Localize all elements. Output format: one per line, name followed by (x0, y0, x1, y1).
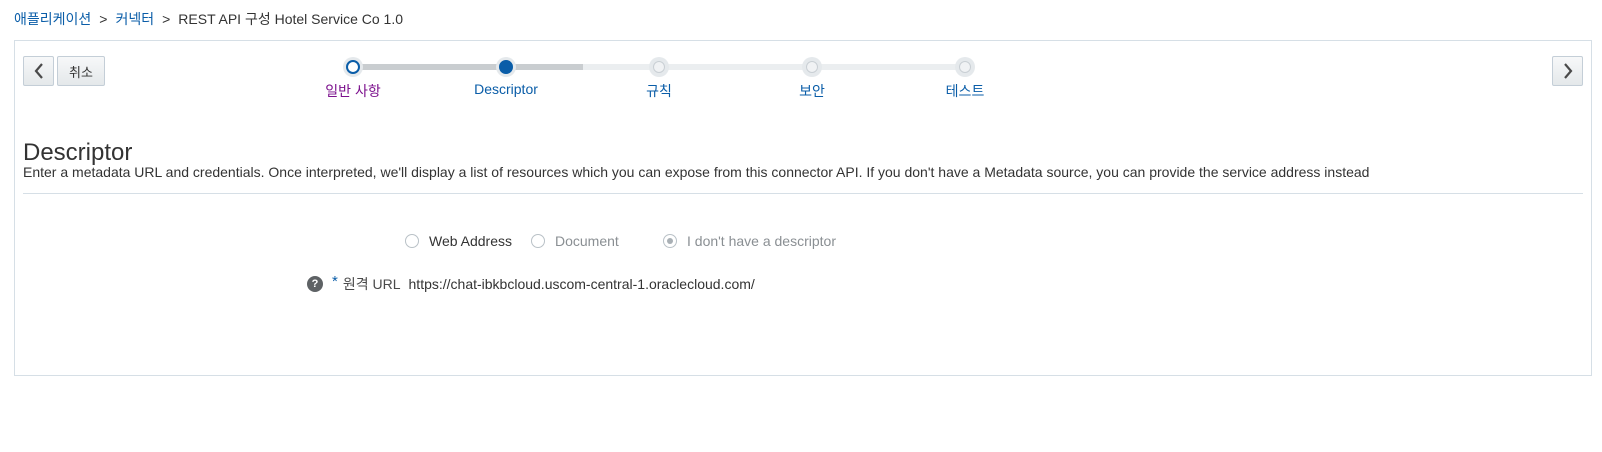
section-title: Descriptor (23, 139, 133, 167)
breadcrumb-current: REST API 구성 Hotel Service Co 1.0 (178, 11, 403, 27)
train-stop-rules[interactable] (649, 57, 669, 77)
radio-option-document[interactable]: Document (531, 233, 619, 249)
train-stop-general[interactable] (343, 57, 363, 77)
radio-option-no-descriptor[interactable]: I don't have a descriptor (663, 233, 836, 249)
remote-url-value: https://chat-ibkbcloud.uscom-central-1.o… (408, 276, 755, 292)
radio-label-document[interactable]: Document (555, 233, 619, 249)
train-label-test[interactable]: 테스트 (946, 81, 985, 101)
train-stop-security[interactable] (802, 57, 822, 77)
breadcrumb-link-applications[interactable]: 애플리케이션 (14, 11, 91, 27)
train-stop-test[interactable] (955, 57, 975, 77)
radio-button-web-address[interactable] (405, 234, 419, 248)
breadcrumb-separator: > (99, 11, 108, 27)
breadcrumb-link-connectors[interactable]: 커넥터 (115, 11, 154, 27)
section-description: Enter a metadata URL and credentials. On… (23, 164, 1370, 180)
help-icon[interactable]: ? (307, 276, 323, 292)
next-button[interactable] (1552, 56, 1583, 86)
train-label-security[interactable]: 보안 (799, 81, 825, 101)
required-indicator: * (332, 272, 338, 290)
breadcrumb-separator: > (162, 11, 171, 27)
breadcrumb: 애플리케이션 > 커넥터 > REST API 구성 Hotel Service Co … (14, 9, 403, 29)
train-label-general[interactable]: 일반 사항 (325, 81, 380, 101)
remote-url-label: 원격 URL (342, 276, 401, 292)
wizard-panel: 취소 일반 사항 Descriptor 규칙 보안 테스트 Descriptor… (14, 40, 1592, 376)
divider (23, 193, 1583, 194)
train-stop-descriptor[interactable] (496, 57, 516, 77)
radio-button-document[interactable] (531, 234, 545, 248)
train-label-descriptor[interactable]: Descriptor (474, 81, 538, 97)
remote-url-field: ? * 원격 URL https://chat-ibkbcloud.uscom-… (307, 272, 755, 294)
train-track-progress (353, 64, 583, 70)
radio-button-no-descriptor[interactable] (663, 234, 677, 248)
train-label-rules[interactable]: 규칙 (646, 81, 672, 101)
radio-option-web-address[interactable]: Web Address (405, 233, 512, 249)
wizard-train: 일반 사항 Descriptor 규칙 보안 테스트 (15, 41, 1015, 101)
radio-label-web-address[interactable]: Web Address (429, 233, 512, 249)
radio-label-no-descriptor[interactable]: I don't have a descriptor (687, 233, 836, 249)
chevron-right-icon (1563, 63, 1572, 79)
